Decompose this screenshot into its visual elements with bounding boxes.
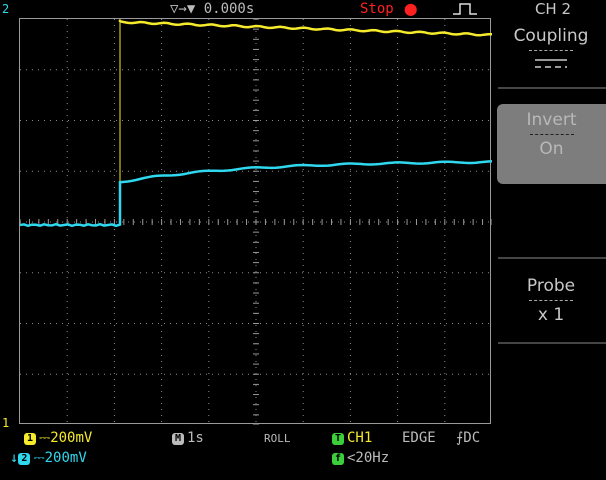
dc-icon: ⎓ — [33, 450, 45, 466]
trigger-coupling-readout: ⨍DC — [456, 430, 480, 446]
menu-separator — [529, 300, 573, 301]
frequency-readout: f <20Hz — [332, 450, 389, 466]
graticule — [20, 19, 492, 425]
bottom-status-bar: 1 ⎓200mV ↓ 2 ⎓200mV M 1s ROLL T CH1 EDGE ⨍DC … — [0, 424, 606, 480]
trigger-badge: T — [332, 433, 344, 445]
trigger-source-readout[interactable]: T CH1 — [332, 430, 372, 446]
trigger-source: CH1 — [347, 430, 373, 446]
probe-label: Probe — [526, 276, 576, 296]
run-state-label[interactable]: Stop — [360, 0, 394, 18]
frequency-badge: f — [332, 453, 344, 465]
ch2-scale: 200mV — [44, 450, 87, 466]
ch1-badge: 1 — [24, 433, 36, 445]
coupling-label: Coupling — [513, 26, 589, 46]
timebase-value: 1s — [187, 430, 204, 446]
dc-icon: ⎓ — [39, 430, 51, 446]
waveform-display[interactable] — [19, 18, 492, 425]
side-menu-title: CH 2 — [534, 0, 572, 18]
ch1-waveform — [118, 19, 492, 37]
coupling-menu-item[interactable]: Coupling — [496, 26, 606, 86]
invert-value: On — [539, 139, 564, 159]
frequency-value: <20Hz — [347, 450, 390, 466]
ch2-level-marker: 2 — [2, 2, 10, 16]
probe-menu-item[interactable]: Probe x 1 — [496, 276, 606, 336]
invert-menu-item[interactable]: Invert On — [497, 104, 606, 184]
trigger-type: EDGE — [402, 430, 436, 446]
menu-separator — [529, 50, 573, 51]
stop-dot-icon: ⬤ — [404, 2, 418, 16]
trigger-coupling: DC — [463, 430, 481, 446]
acquisition-mode: ROLL — [264, 432, 291, 445]
probe-value: x 1 — [537, 305, 565, 325]
trigger-position-readout: ▽→▼ 0.000s — [170, 1, 255, 17]
timebase-badge: M — [172, 433, 184, 445]
ch1-scale: 200mV — [50, 430, 93, 446]
invert-label: Invert — [526, 110, 577, 130]
ch2-badge: 2 — [18, 453, 31, 465]
timebase-readout[interactable]: M 1s — [172, 430, 204, 446]
ch1-scale-readout[interactable]: 1 ⎓200mV — [24, 430, 92, 446]
waveform-svg — [20, 19, 492, 425]
ch2-scale-readout[interactable]: ↓ 2 ⎓200mV — [10, 450, 87, 466]
menu-separator — [529, 134, 574, 135]
down-arrow-icon: ↓ — [10, 450, 19, 466]
dc-coupling-icon — [535, 59, 567, 68]
